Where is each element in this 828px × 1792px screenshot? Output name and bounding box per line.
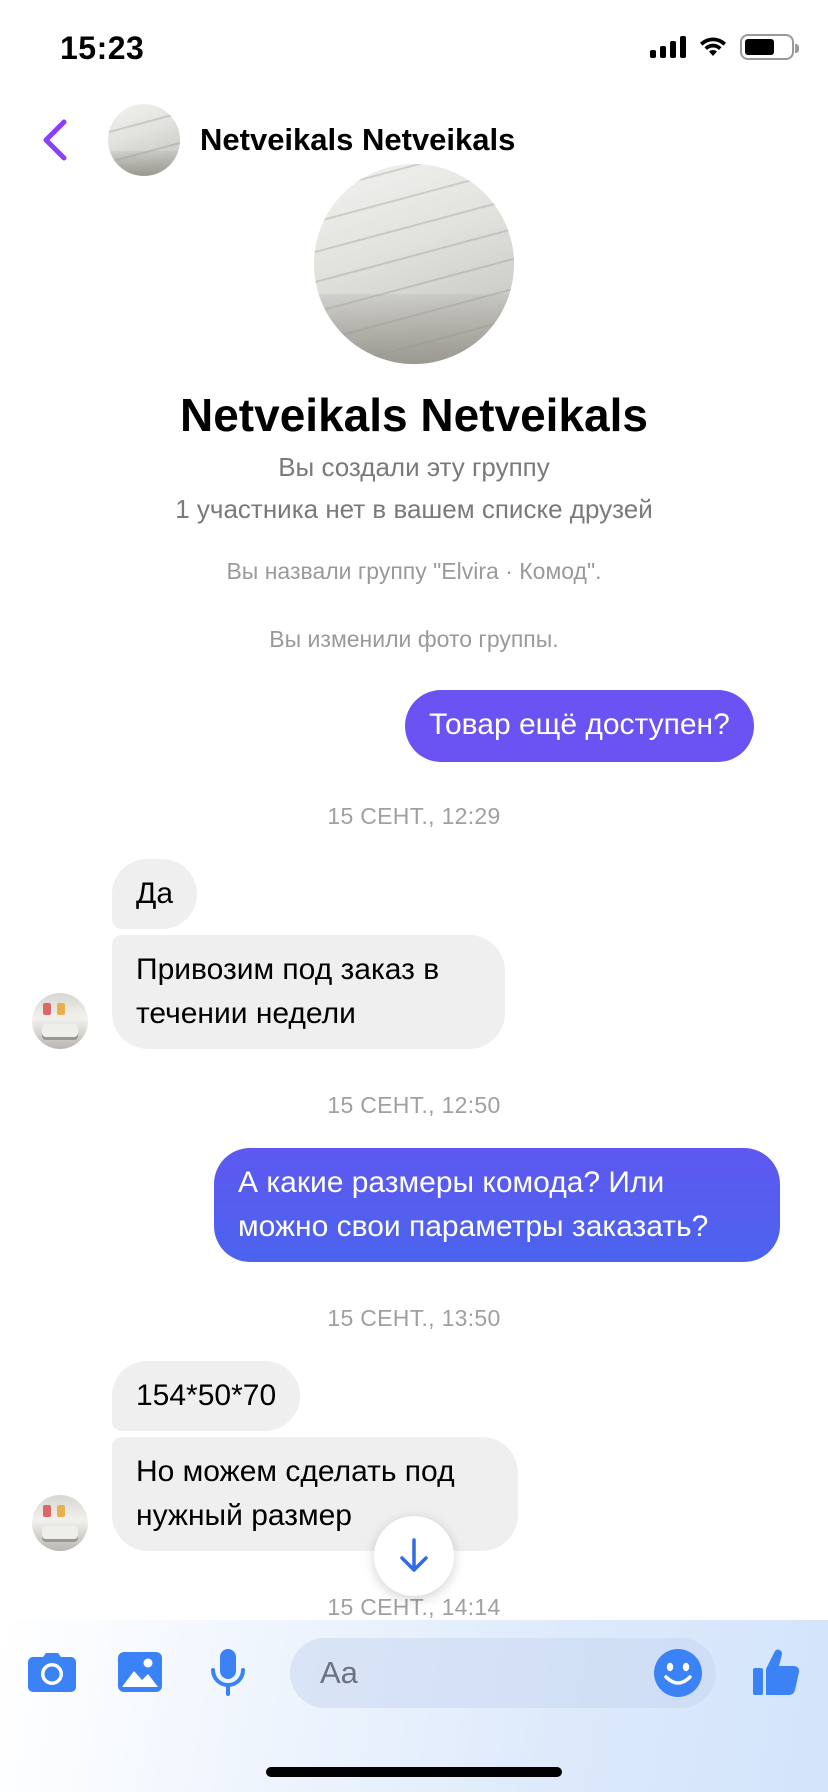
incoming-message[interactable]: 154*50*70	[112, 1361, 301, 1431]
group-created-note: Вы создали эту группу	[278, 452, 550, 482]
chevron-left-icon	[43, 119, 67, 161]
message-line: А какие размеры комода? Или	[238, 1166, 665, 1199]
message-line: Но можем сделать под	[136, 1455, 455, 1488]
status-time: 15:23	[60, 30, 145, 66]
group-friends-note: 1 участника нет в вашем списке друзей	[175, 494, 653, 524]
like-button[interactable]	[748, 1644, 804, 1700]
status-icons	[650, 34, 799, 60]
timestamp: 15 СЕНТ., 12:29	[327, 803, 501, 829]
sender-avatar[interactable]	[32, 1495, 88, 1551]
timestamp: 15 СЕНТ., 14:14	[327, 1594, 501, 1620]
emoji-button[interactable]	[652, 1647, 704, 1699]
incoming-message[interactable]: Да	[112, 859, 198, 929]
arrow-down-icon	[400, 1538, 428, 1572]
message-line: течении недели	[136, 997, 356, 1030]
scroll-to-bottom-button[interactable]	[374, 1516, 454, 1596]
incoming-message[interactable]: Но можем сделать под нужный размер	[112, 1437, 518, 1551]
camera-icon	[28, 1653, 76, 1692]
microphone-icon	[211, 1649, 245, 1696]
timestamp: 15 СЕНТ., 13:50	[327, 1305, 501, 1331]
group-avatar[interactable]	[314, 164, 514, 364]
system-message: Вы назвали группу "Elvira · Комод".	[226, 558, 602, 584]
gallery-icon	[118, 1652, 162, 1692]
cellular-signal-icon	[650, 36, 686, 58]
battery-icon	[740, 34, 799, 60]
thumbs-up-icon	[753, 1649, 800, 1696]
emoji-icon	[654, 1649, 702, 1697]
message-line: Привозим под заказ в	[136, 953, 440, 986]
message-line: можно свои параметры заказать?	[238, 1210, 709, 1243]
voice-message-button[interactable]	[200, 1644, 256, 1700]
back-button[interactable]	[36, 116, 76, 164]
message-input-placeholder: Aa	[320, 1655, 358, 1690]
home-indicator	[266, 1767, 562, 1777]
header-avatar[interactable]	[108, 104, 180, 176]
message-input[interactable]: Aa	[290, 1638, 716, 1708]
outgoing-message[interactable]: Товар ещё доступен?	[405, 690, 754, 762]
incoming-message[interactable]: Привозим под заказ в течении недели	[112, 935, 505, 1049]
gallery-button[interactable]	[112, 1644, 168, 1700]
wifi-icon	[700, 37, 726, 56]
camera-button[interactable]	[24, 1644, 80, 1700]
system-message: Вы изменили фото группы.	[269, 626, 559, 652]
group-name: Netveikals Netveikals	[180, 389, 648, 441]
status-bar: 15:23	[0, 0, 828, 96]
chat-title[interactable]: Netveikals Netveikals	[200, 122, 515, 158]
battery-level	[745, 39, 774, 55]
sender-avatar[interactable]	[32, 993, 88, 1049]
timestamp: 15 СЕНТ., 12:50	[327, 1092, 501, 1118]
outgoing-message[interactable]: А какие размеры комода? Или можно свои п…	[214, 1148, 780, 1262]
